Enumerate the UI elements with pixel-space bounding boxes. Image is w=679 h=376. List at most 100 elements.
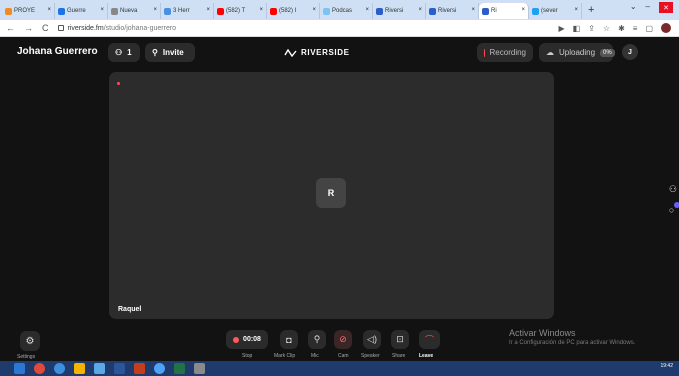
participants-button[interactable]: ⚇ 1: [108, 43, 140, 62]
logo-text: RIVERSIDE: [301, 48, 350, 57]
browser-tab-bar: PROYE × Guerre × Nueva × 3 Herr × (582) T × (582) …: [0, 0, 679, 20]
chrome-2-taskbar-icon[interactable]: [154, 363, 165, 374]
tab-title: Riversi: [385, 8, 404, 14]
speaker-button[interactable]: ◁): [363, 330, 381, 349]
participant-avatar: R: [316, 178, 346, 208]
speaker-label: Speaker: [361, 353, 380, 359]
browser-tab[interactable]: Nueva ×: [108, 3, 161, 19]
tab-favicon-icon: [111, 7, 118, 15]
participant-video-stage: R Raquel: [109, 72, 554, 319]
sidebar-icon[interactable]: ▢: [645, 24, 653, 33]
recording-indicator-dot: [117, 82, 120, 85]
browser-tab[interactable]: Riversi ×: [426, 3, 479, 19]
mark-clip-button[interactable]: ◘: [280, 330, 298, 349]
browser-tab[interactable]: Riversi ×: [373, 3, 426, 19]
chrome-taskbar-icon[interactable]: [34, 363, 45, 374]
tab-close-icon[interactable]: ×: [259, 7, 263, 13]
store-icon[interactable]: [94, 363, 105, 374]
people-panel-icon[interactable]: ⚇: [669, 184, 677, 195]
tab-favicon-icon: [217, 7, 224, 15]
translate-icon[interactable]: ◧: [573, 24, 581, 33]
tab-close-icon[interactable]: ×: [418, 7, 422, 13]
forward-icon[interactable]: →: [24, 23, 33, 33]
tab-close-icon[interactable]: ×: [365, 7, 369, 13]
tab-close-icon[interactable]: ×: [521, 7, 525, 13]
tab-close-icon[interactable]: ×: [574, 7, 578, 13]
tab-title: Riversi: [438, 8, 457, 14]
browser-tab[interactable]: Guerre ×: [55, 3, 108, 19]
tab-close-icon[interactable]: ×: [312, 7, 316, 13]
browser-tab[interactable]: (582) I ×: [267, 3, 320, 19]
leave-label: Leave: [419, 353, 434, 359]
clip-icon: ◘: [286, 334, 292, 345]
tab-close-icon[interactable]: ×: [206, 7, 210, 13]
user-avatar[interactable]: J: [622, 44, 638, 60]
address-bar[interactable]: riverside.fm/studio/johana-guerrero: [68, 25, 177, 32]
app-icon[interactable]: [194, 363, 205, 374]
tab-title: PROYE: [14, 8, 36, 14]
reading-list-icon[interactable]: ≡: [633, 24, 638, 33]
browser-tab[interactable]: Podcas ×: [320, 3, 373, 19]
new-tab-button[interactable]: +: [588, 4, 594, 16]
share-screen-button[interactable]: ⊡: [391, 330, 409, 349]
upload-status: ☁ Uploading 0%: [539, 43, 615, 62]
start-icon[interactable]: [14, 363, 25, 374]
participants-count: 1: [127, 48, 132, 57]
tab-favicon-icon: [5, 7, 12, 15]
uploading-label: Uploading: [559, 48, 596, 57]
file-explorer-icon[interactable]: [74, 363, 85, 374]
word-icon[interactable]: [114, 363, 125, 374]
minimize-icon[interactable]: –: [646, 2, 650, 13]
close-window-icon[interactable]: ✕: [659, 2, 673, 13]
extensions-icon[interactable]: ✱: [618, 24, 625, 33]
riverside-wave-icon: [284, 48, 297, 57]
tab-favicon-icon: [164, 7, 171, 15]
stop-label: Stop: [242, 353, 253, 359]
right-side-panel-icons: ⚇ ○: [669, 184, 679, 215]
hang-up-icon: ⌒: [424, 335, 434, 345]
tab-favicon-icon: [323, 7, 330, 15]
cast-icon[interactable]: ▶: [558, 24, 564, 33]
stop-recording-button[interactable]: 00:08: [226, 330, 268, 349]
tab-close-icon[interactable]: ×: [153, 7, 157, 13]
recording-status: Recording: [477, 43, 533, 62]
camera-button[interactable]: ⊘: [334, 330, 352, 349]
powerpoint-icon[interactable]: [134, 363, 145, 374]
tab-favicon-icon: [58, 7, 65, 15]
tab-title: (582) T: [226, 8, 246, 14]
reload-icon[interactable]: C: [42, 23, 49, 33]
tab-favicon-icon: [482, 7, 489, 15]
share-icon[interactable]: ⇪: [588, 24, 595, 33]
people-icon: ⚇: [115, 48, 123, 57]
tab-title: Guerre: [67, 8, 86, 14]
browser-tab[interactable]: PROYE ×: [2, 3, 55, 19]
back-icon[interactable]: ←: [6, 23, 15, 33]
browser-tab[interactable]: 3 Herr ×: [161, 3, 214, 19]
browser-tab[interactable]: Ri ×: [479, 3, 529, 19]
tab-close-icon[interactable]: ×: [471, 7, 475, 13]
browser-tab[interactable]: (582) T ×: [214, 3, 267, 19]
tab-title: 3 Herr: [173, 8, 190, 14]
tab-title: Podcas: [332, 8, 353, 14]
tab-close-icon[interactable]: ×: [47, 7, 51, 13]
cloud-upload-icon: ☁: [546, 48, 554, 57]
invite-button[interactable]: ⚲ Invite: [145, 43, 195, 62]
browser-tab[interactable]: (sever ×: [529, 3, 582, 19]
camera-off-icon: ⊘: [339, 334, 347, 344]
bookmark-star-icon[interactable]: ☆: [603, 24, 610, 33]
chat-icon[interactable]: ○: [669, 202, 679, 215]
leave-button[interactable]: ⌒: [419, 330, 440, 349]
toolbar-actions: ▶ ◧ ⇪ ☆ ✱ ≡ ▢: [558, 23, 671, 33]
edge-taskbar-icon[interactable]: [54, 363, 65, 374]
settings-button[interactable]: ⚙: [20, 331, 40, 351]
excel-icon[interactable]: [174, 363, 185, 374]
profile-avatar[interactable]: [661, 23, 671, 33]
mic-button[interactable]: ⚲: [308, 330, 326, 349]
tab-search-icon[interactable]: ⌄: [630, 2, 637, 13]
tab-favicon-icon: [532, 7, 539, 15]
browser-toolbar: ← → C riverside.fm/studio/johana-guerrer…: [0, 20, 679, 37]
mark-clip-label: Mark Clip: [274, 353, 296, 359]
mic-icon: ⚲: [313, 334, 321, 344]
share-label: Share: [392, 353, 406, 359]
tab-close-icon[interactable]: ×: [100, 7, 104, 13]
